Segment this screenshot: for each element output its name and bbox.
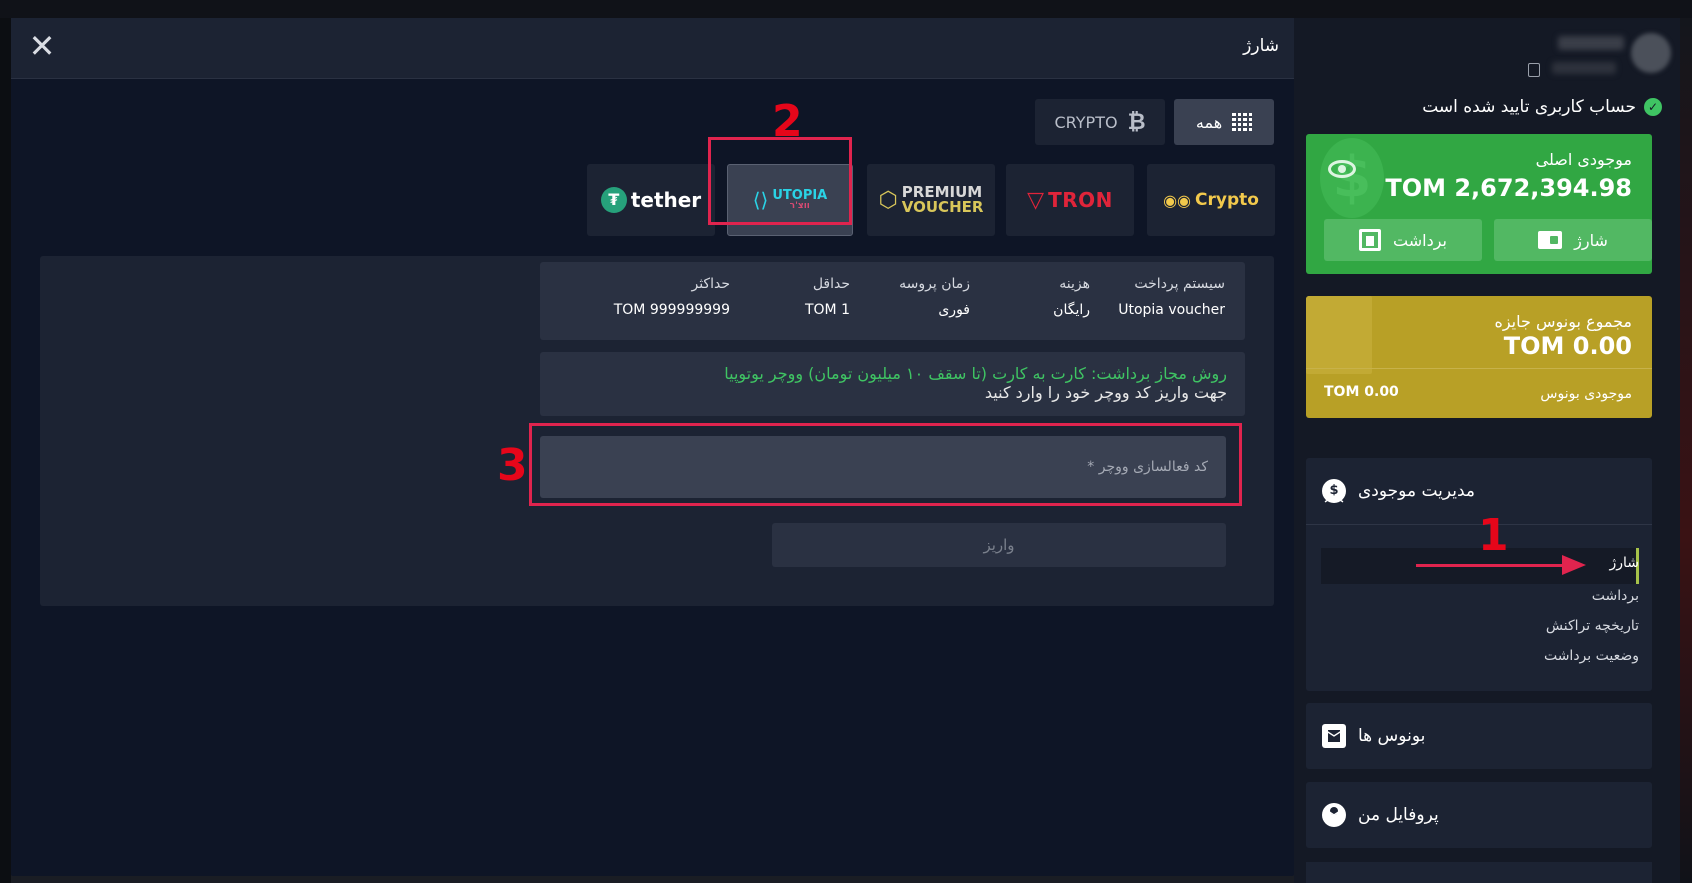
filter-tab-all[interactable]: همه [1174,99,1274,145]
payment-info-box: سیستم پرداخت Utopia voucher هزینه رایگان… [540,262,1245,340]
modal-header: ✕ شارژ [11,18,1294,79]
chevron-up-icon[interactable]: ︿ [1324,478,1344,507]
chevron-down-icon[interactable]: ﹀ [1324,723,1344,752]
provider-premium-label: PREMIUM VOUCHER [902,185,984,215]
profile-title: پروفایل من [1358,805,1439,825]
menu-item-charge[interactable]: شارژ [1609,555,1639,571]
dollar-watermark-icon: $ [1320,138,1384,218]
main-balance-value: TOM 2,672,394.98 [1385,174,1632,202]
copy-icon[interactable] [1528,63,1540,77]
background-left-strip [0,18,11,883]
bonuses-header[interactable]: بونوس ها [1306,703,1652,769]
background-right-strip [1680,18,1692,883]
fee-value: رایگان [1053,302,1090,318]
charge-button[interactable]: شارژ [1494,219,1652,261]
provider-tether-label: tether [630,188,702,212]
voucher-code-input[interactable] [540,436,1226,498]
main-balance-label: موجودی اصلی [1535,150,1632,169]
min-value: TOM 1 [804,302,850,318]
annotation-number-1: 1 [1478,510,1509,561]
utopia-logo-icon: ⟨⟩ [752,188,769,212]
sidebar-bottom-section [1306,862,1652,883]
provider-utopia[interactable]: ⟨⟩ UTOPIA ווצ'ר [727,164,853,236]
userid-redacted [1552,62,1616,74]
eye-icon[interactable] [1328,160,1356,178]
fee-col: هزینه رایگان [1053,276,1090,318]
menu-item-withdraw[interactable]: برداشت [1592,588,1639,604]
process-time-value: فوری [938,302,970,318]
process-time-col: زمان پروسه فوری [899,276,970,318]
tron-icon: ▽ [1027,187,1045,213]
max-header: حداکثر [691,276,730,292]
close-button[interactable]: ✕ [27,30,57,62]
process-time-header: زمان پروسه [899,276,970,292]
bonus-total-label: مجموع بونوس جایزه [1494,312,1632,331]
bonus-balance-card: مجموع بونوس جایزه TOM 0.00 موجودی بونوس … [1306,296,1652,418]
max-value: TOM 999999999 [613,302,730,318]
avatar[interactable] [1631,33,1671,73]
charge-button-label: شارژ [1574,230,1608,250]
deposit-button[interactable]: واریز [772,523,1226,567]
profile-section[interactable]: پروفایل من ﹀ [1306,782,1652,848]
provider-tron[interactable]: ▽ TRON [1006,164,1134,236]
background-header-strip [0,0,1692,18]
annotation-arrow-head [1562,555,1586,575]
provider-crypto[interactable]: ◉◉ Crypto [1147,164,1275,236]
payment-note-box: روش مجاز برداشت: کارت به کارت (تا سقف ۱۰… [540,352,1245,416]
provider-premium-voucher[interactable]: ⬡ PREMIUM VOUCHER [867,164,995,236]
balance-management-title: مدیریت موجودی [1358,481,1476,501]
provider-crypto-label: Crypto [1195,190,1259,210]
crypto-coins-icon: ◉◉ [1163,190,1191,210]
payment-system-col: سیستم پرداخت Utopia voucher [1118,276,1225,318]
withdraw-button-label: برداشت [1393,230,1447,250]
bonus-balance-label: موجودی بونوس [1540,386,1632,402]
max-col: حداکثر TOM 999999999 [614,276,730,318]
voucher-instruction-note: جهت واریز کد ووچر خود را وارد کنید [984,383,1227,402]
bonus-total-value: TOM 0.00 [1503,332,1632,360]
provider-tron-label: TRON [1048,188,1113,212]
min-header: حداقل [812,276,850,292]
annotation-number-2: 2 [772,96,803,147]
chevron-down-icon[interactable]: ﹀ [1324,802,1344,831]
filter-tab-crypto[interactable]: CRYPTO ₿ [1035,99,1165,145]
bonus-balance-value: TOM 0.00 [1324,384,1399,400]
profile-header[interactable]: پروفایل من [1306,782,1652,848]
premium-bottom-text: VOUCHER [901,198,984,216]
username-redacted [1558,36,1624,50]
bitcoin-icon: ₿ [1127,110,1146,135]
main-balance-card: $ موجودی اصلی TOM 2,672,394.98 شارژ بردا… [1306,134,1652,274]
wallet-icon [1538,231,1563,249]
filter-tab-crypto-label: CRYPTO [1054,112,1118,132]
modal-title: شارژ [1243,36,1279,56]
min-col: حداقل TOM 1 [805,276,850,318]
provider-utopia-label: UTOPIA ווצ'ר [772,189,827,211]
fee-header: هزینه [1059,276,1090,292]
annotation-arrow-line [1416,564,1566,567]
bonuses-section[interactable]: بونوس ها ﹀ [1306,703,1652,769]
payment-system-value: Utopia voucher [1118,302,1225,318]
verified-text: حساب کاربری تایید شده است [1422,97,1636,117]
utopia-bottom-text: ווצ'ר [789,201,810,211]
bonus-divider [1306,368,1652,369]
premium-cube-icon: ⬡ [878,187,898,213]
filter-tab-all-label: همه [1195,112,1223,132]
verified-check-icon: ✓ [1644,98,1662,116]
withdraw-button[interactable]: برداشت [1324,219,1482,261]
provider-tether[interactable]: ₮ tether [587,164,715,236]
allowed-withdraw-note: روش مجاز برداشت: کارت به کارت (تا سقف ۱۰… [724,364,1227,383]
menu-item-withdraw-status[interactable]: وضعیت برداشت [1544,648,1639,664]
tether-icon: ₮ [600,187,627,213]
menu-item-transaction-history[interactable]: تاریخچه تراکنش [1546,618,1639,634]
payment-system-header: سیستم پرداخت [1134,276,1225,292]
bonuses-title: بونوس ها [1358,726,1426,746]
annotation-number-3: 3 [497,440,528,491]
account-verified-status: ✓ حساب کاربری تایید شده است [1422,97,1662,117]
gift-watermark-icon [1306,296,1372,374]
grid-icon [1232,113,1253,131]
atm-icon [1359,229,1382,251]
